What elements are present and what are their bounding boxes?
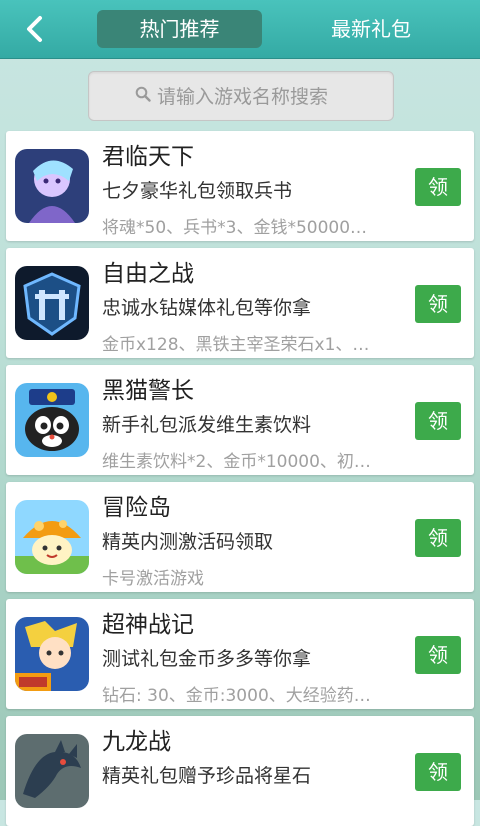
warrior-avatar-icon	[15, 149, 89, 223]
claim-button[interactable]: 领	[415, 402, 461, 440]
tab-latest-gifts[interactable]: 最新礼包	[306, 10, 436, 48]
tab-hot-recommend[interactable]: 热门推荐	[97, 10, 262, 48]
gift-description: 七夕豪华礼包领取兵书	[102, 180, 293, 202]
hero-avatar-icon	[15, 617, 89, 691]
gift-contents: 卡号激活游戏	[102, 569, 204, 589]
claim-button[interactable]: 领	[415, 519, 461, 557]
game-title: 黑猫警长	[102, 378, 194, 404]
gift-description: 测试礼包金币多多等你拿	[102, 648, 312, 670]
search-box[interactable]	[88, 71, 394, 121]
gift-contents: 将魂*50、兵书*3、金钱*50000…	[102, 218, 368, 238]
list-item[interactable]: 超神战记 测试礼包金币多多等你拿 钻石: 30、金币:3000、大经验药… 领	[6, 599, 474, 709]
list-item[interactable]: 冒险岛 精英内测激活码领取 卡号激活游戏 领	[6, 482, 474, 592]
list-item[interactable]: 九龙战 精英礼包赠予珍品将星石 领	[6, 716, 474, 826]
game-title: 君临天下	[102, 144, 194, 170]
game-title: 冒险岛	[102, 495, 171, 521]
shield-logo-icon	[15, 266, 89, 340]
gift-description: 忠诚水钻媒体礼包等你拿	[102, 297, 312, 319]
dragon-icon	[15, 734, 89, 808]
gift-contents: 维生素饮料*2、金币*10000、初…	[102, 452, 371, 472]
list-item[interactable]: 黑猫警长 新手礼包派发维生素饮料 维生素饮料*2、金币*10000、初… 领	[6, 365, 474, 475]
black-cat-icon	[15, 383, 89, 457]
gift-description: 精英礼包赠予珍品将星石	[102, 765, 312, 787]
list-item[interactable]: 君临天下 七夕豪华礼包领取兵书 将魂*50、兵书*3、金钱*50000… 领	[6, 131, 474, 241]
top-bar: 热门推荐 最新礼包	[0, 0, 480, 59]
mushroom-icon	[15, 500, 89, 574]
claim-button[interactable]: 领	[415, 168, 461, 206]
gift-description: 新手礼包派发维生素饮料	[102, 414, 312, 436]
search-icon	[135, 86, 151, 102]
list-item[interactable]: 自由之战 忠诚水钻媒体礼包等你拿 金币x128、黑铁主宰圣荣石x1、… 领	[6, 248, 474, 358]
claim-button[interactable]: 领	[415, 285, 461, 323]
gift-contents: 金币x128、黑铁主宰圣荣石x1、…	[102, 335, 370, 355]
gift-description: 精英内测激活码领取	[102, 531, 274, 553]
claim-button[interactable]: 领	[415, 753, 461, 791]
game-title: 自由之战	[102, 261, 194, 287]
claim-button[interactable]: 领	[415, 636, 461, 674]
game-title: 超神战记	[102, 612, 194, 638]
gift-contents: 钻石: 30、金币:3000、大经验药…	[102, 686, 371, 706]
back-arrow-icon[interactable]	[18, 12, 52, 46]
search-input[interactable]	[155, 80, 379, 114]
game-title: 九龙战	[102, 729, 171, 755]
